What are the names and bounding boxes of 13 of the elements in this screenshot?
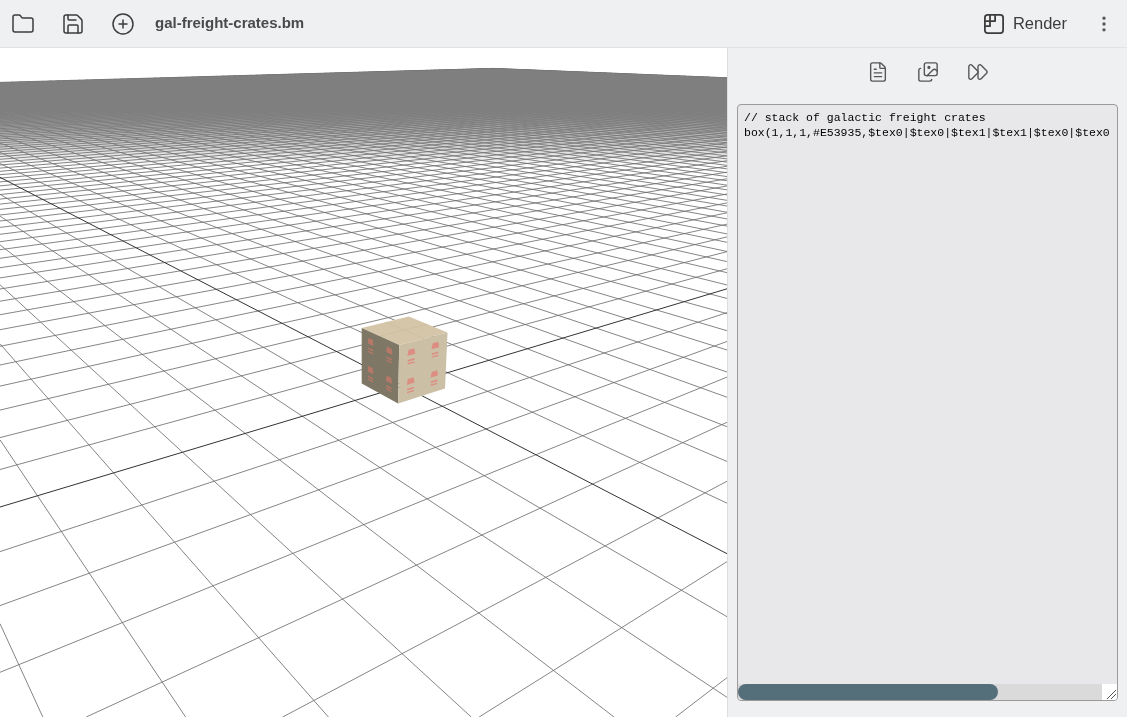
code-line: box(1,1,1,#E53935,$tex0|$tex0|$tex1|$tex1|$tex0|$tex0: [744, 125, 1110, 140]
stepped-square-icon: [983, 13, 1004, 34]
code-editor-field[interactable]: // stack of galactic freight crates box(1,1,1,#E53935,$tex0|$tex0|$tex1|$tex1|$tex0|$tex0: [737, 104, 1118, 701]
add-icon[interactable]: [111, 11, 135, 36]
save-icon[interactable]: [61, 11, 85, 36]
code-line: // stack of galactic freight crates: [744, 110, 986, 125]
scrollbar-thumb[interactable]: [738, 684, 998, 700]
folder-icon[interactable]: [11, 11, 35, 36]
fast-forward-icon[interactable]: [966, 61, 989, 83]
images-icon[interactable]: [916, 61, 939, 83]
file-name: gal-freight-crates.bm: [155, 13, 305, 34]
resize-handle-icon[interactable]: [1102, 684, 1117, 700]
render-button[interactable]: Render: [975, 5, 1075, 42]
